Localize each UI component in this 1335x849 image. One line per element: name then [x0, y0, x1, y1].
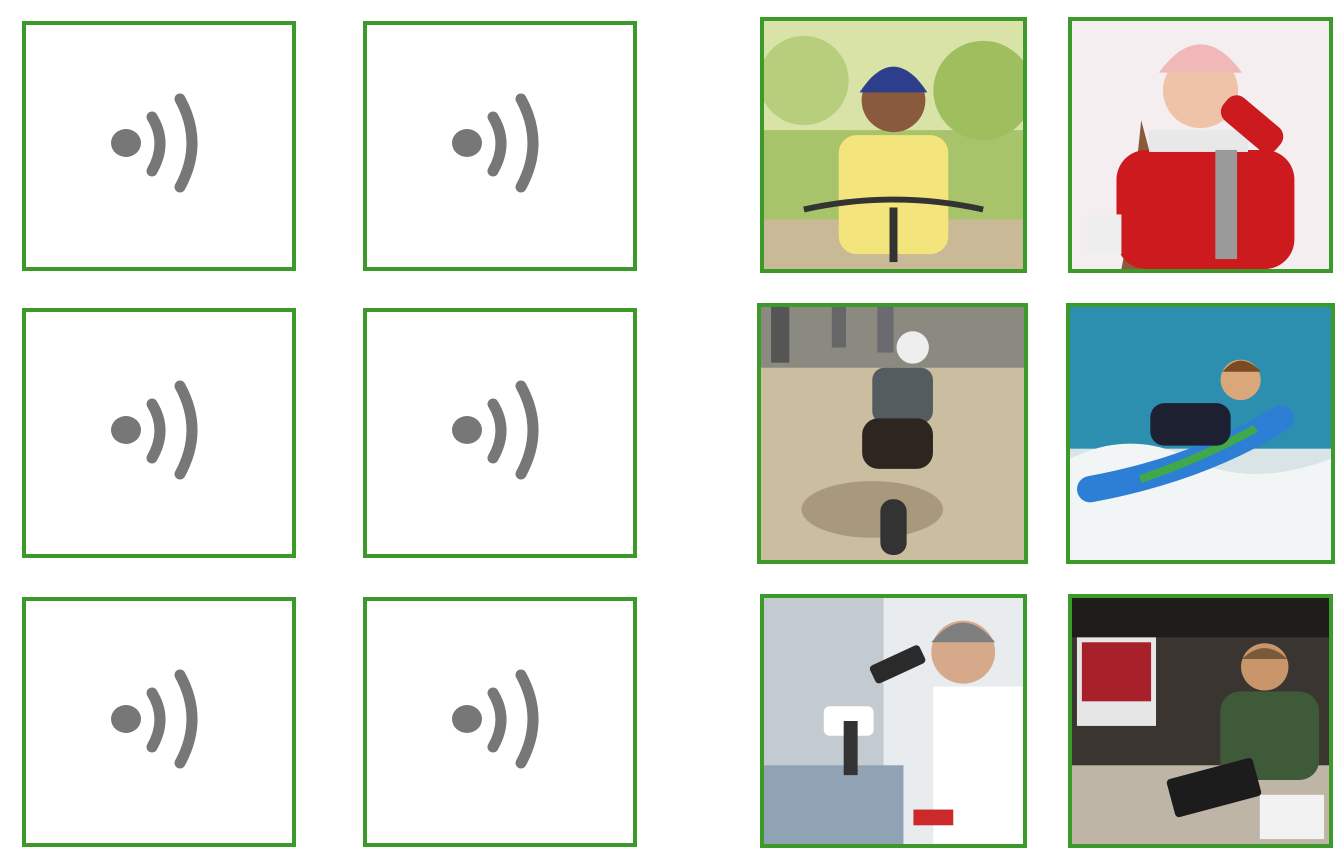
- boy-bodyboarding-image: [1070, 307, 1331, 560]
- speaker-sound-icon: [111, 380, 198, 480]
- image-card-bodyboarder[interactable]: [1066, 303, 1335, 564]
- audio-card-2[interactable]: [363, 21, 637, 271]
- image-card-bike-boy[interactable]: [760, 17, 1027, 273]
- image-card-scarf-woman[interactable]: [1068, 17, 1333, 273]
- speaker-sound-icon: [111, 669, 198, 769]
- speaker-sound-icon: [111, 93, 198, 193]
- audio-card-3[interactable]: [22, 308, 296, 558]
- image-card-tablet-artist[interactable]: [1068, 594, 1333, 848]
- boy-skateboarding-image: [761, 307, 1024, 560]
- speaker-sound-icon: [452, 380, 539, 480]
- speaker-sound-icon: [452, 93, 539, 193]
- boy-riding-bicycle-image: [764, 21, 1023, 269]
- audio-card-4[interactable]: [363, 308, 637, 558]
- man-with-drawing-tablet-image: [1072, 598, 1329, 844]
- audio-card-6[interactable]: [363, 597, 637, 847]
- scientist-with-microscope-image: [764, 598, 1023, 844]
- woman-in-winter-scarf-image: [1072, 21, 1329, 269]
- image-card-scientist[interactable]: [760, 594, 1027, 848]
- speaker-sound-icon: [452, 669, 539, 769]
- image-card-skateboarder[interactable]: [757, 303, 1028, 564]
- audio-card-1[interactable]: [22, 21, 296, 271]
- audio-card-5[interactable]: [22, 597, 296, 847]
